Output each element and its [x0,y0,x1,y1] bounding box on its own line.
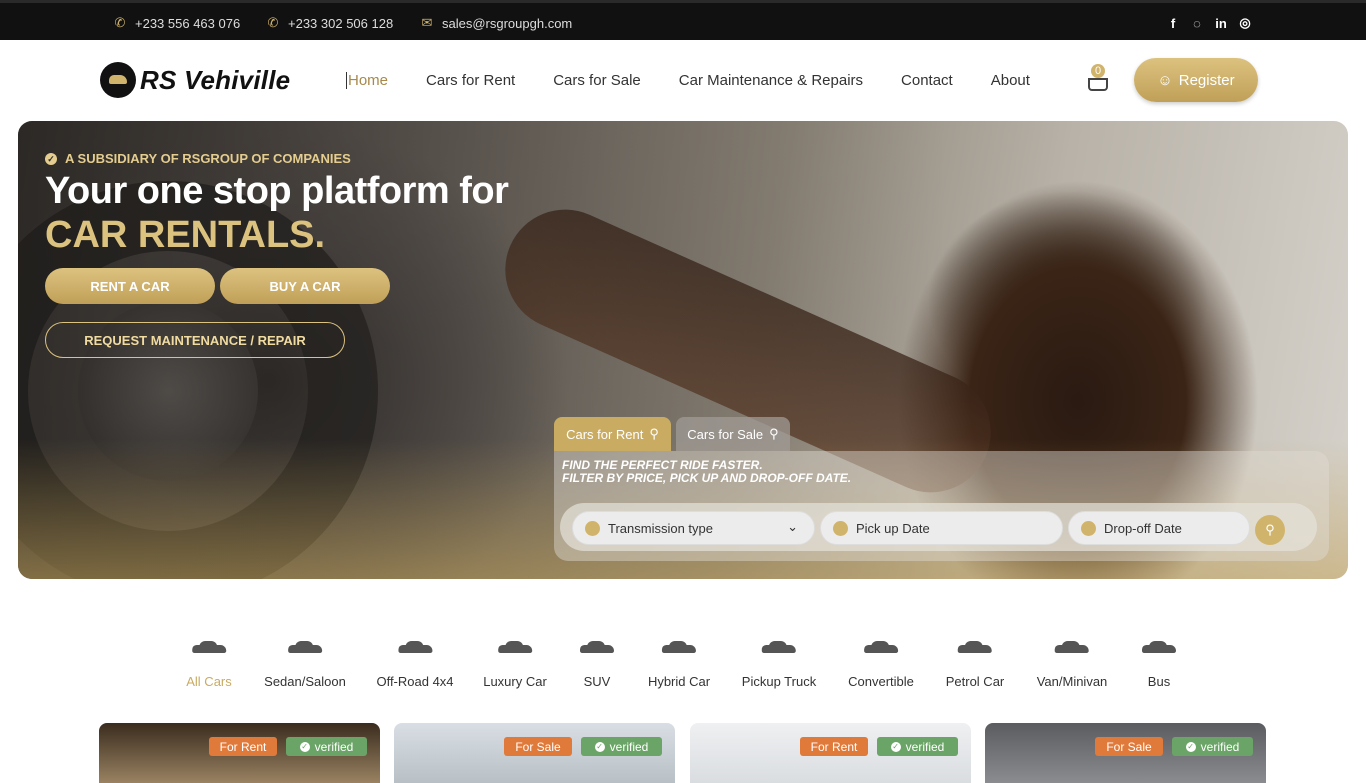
tab-cars-for-rent[interactable]: Cars for Rent ⚲ [554,417,671,451]
main-header: RS Vehiville Home Cars for Rent Cars for… [0,40,1366,121]
convertible-icon [862,640,900,656]
check-icon: ✓ [299,741,310,752]
category-all-cars[interactable]: All Cars [186,640,232,689]
category-convertible[interactable]: Convertible [848,640,914,689]
listing-card[interactable]: For Rent ✓ verified [690,723,971,783]
register-label: Register [1178,71,1235,89]
linkedin-icon[interactable]: in [1214,16,1228,31]
category-off-road[interactable]: Off-Road 4x4 [376,640,454,689]
user-circle-icon: ☺ [1157,71,1173,89]
pickup-date-field[interactable]: Pick up Date [820,511,1063,545]
email-address: sales@rsgroupgh.com [442,15,573,31]
field-dot-icon [1081,520,1096,536]
category-pickup[interactable]: Pickup Truck [742,640,816,689]
verified-badge: ✓ verified [581,737,662,756]
suv-icon [578,640,616,656]
car-logo-icon [100,62,136,98]
phone-contact-1[interactable]: ✆ +233 556 463 076 [113,3,241,43]
verified-badge: ✓ verified [877,737,958,756]
check-icon: ✓ [594,741,605,752]
category-hybrid[interactable]: Hybrid Car [648,640,710,689]
nav-maintenance-repairs[interactable]: Car Maintenance & Repairs [679,72,863,89]
field-dot-icon [585,520,600,536]
top-contact-bar: ✆ +233 556 463 076 ✆ +233 302 506 128 ✉ … [0,0,1366,40]
hero-banner: ✓ A SUBSIDIARY OF RSGROUP OF COMPANIES Y… [18,121,1348,579]
category-luxury[interactable]: Luxury Car [483,640,547,689]
phone-number-2: +233 302 506 128 [288,15,394,31]
check-icon: ✓ [890,741,901,752]
phone-number-1: +233 556 463 076 [135,15,241,31]
nav-about[interactable]: About [991,72,1030,89]
filter-bar: Transmission type ⌄ Pick up Date Drop-of… [560,503,1317,551]
instagram-icon[interactable]: ◎ [1238,15,1252,31]
listing-type-badge: For Rent [800,737,868,756]
cart-button[interactable]: 0 [1086,64,1110,94]
hero-title-highlight: CAR RENTALS. [45,214,326,256]
search-icon: ⚲ [649,426,659,441]
brand-name: RS Vehiville [140,64,291,95]
search-hint: FIND THE PERFECT RIDE FASTER. FILTER BY … [562,458,852,485]
request-maintenance-button[interactable]: REQUEST MAINTENANCE / REPAIR [45,322,345,358]
listing-type-badge: For Rent [209,737,277,756]
search-panel: FIND THE PERFECT RIDE FASTER. FILTER BY … [554,451,1329,561]
brand-logo[interactable]: RS Vehiville [100,62,290,98]
phone-contact-2[interactable]: ✆ +233 302 506 128 [266,3,394,43]
verified-badge: ✓ verified [1172,737,1253,756]
pickup-truck-icon [760,640,798,656]
listing-type-badge: For Sale [1095,737,1163,756]
luxury-car-icon [496,640,534,656]
main-nav: Home Cars for Rent Cars for Sale Car Mai… [346,40,1030,121]
search-icon: ⚲ [1265,522,1275,537]
hero-eyebrow: ✓ A SUBSIDIARY OF RSGROUP OF COMPANIES [45,151,351,166]
basket-icon [1088,78,1108,91]
nav-cars-for-rent[interactable]: Cars for Rent [426,72,515,89]
nav-cars-for-sale[interactable]: Cars for Sale [553,72,641,89]
check-circle-icon: ✓ [45,152,57,165]
search-submit-button[interactable]: ⚲ [1255,515,1285,545]
nav-contact[interactable]: Contact [901,72,953,89]
verified-badge: ✓ verified [286,737,367,756]
search-icon: ⚲ [769,426,779,441]
chevron-down-icon: ⌄ [787,519,798,534]
whatsapp-icon[interactable]: ◌ [1190,16,1204,31]
transmission-select[interactable]: Transmission type ⌄ [572,511,815,545]
buy-a-car-button[interactable]: BUY A CAR [220,268,390,304]
sedan-icon [286,640,324,656]
hero-title: Your one stop platform for [45,170,509,212]
car-icon [190,640,228,656]
envelope-icon: ✉ [421,15,433,30]
eyebrow-text: A SUBSIDIARY OF RSGROUP OF COMPANIES [65,151,351,166]
cart-count-badge: 0 [1091,64,1105,78]
phone-icon: ✆ [267,15,279,30]
category-bus[interactable]: Bus [1140,640,1178,689]
category-suv[interactable]: SUV [578,640,616,689]
tab-label: Cars for Sale [687,426,764,442]
check-icon: ✓ [1185,741,1196,752]
bus-icon [1140,640,1178,656]
email-contact[interactable]: ✉ sales@rsgroupgh.com [420,3,573,43]
petrol-car-icon [956,640,994,656]
tab-cars-for-sale[interactable]: Cars for Sale ⚲ [676,417,790,451]
nav-home[interactable]: Home [346,72,388,89]
category-sedan[interactable]: Sedan/Saloon [264,640,346,689]
off-road-icon [396,640,434,656]
dropoff-date-field[interactable]: Drop-off Date [1068,511,1250,545]
social-links: f ◌ in ◎ [1166,3,1252,43]
register-button[interactable]: ☺ Register [1134,58,1258,102]
tab-label: Cars for Rent [566,426,644,442]
facebook-icon[interactable]: f [1166,16,1180,31]
rent-a-car-button[interactable]: RENT A CAR [45,268,215,304]
van-icon [1053,640,1091,656]
category-petrol[interactable]: Petrol Car [946,640,1004,689]
listing-card[interactable]: For Sale ✓ verified [394,723,675,783]
category-van[interactable]: Van/Minivan [1037,640,1107,689]
phone-icon: ✆ [114,15,126,30]
listing-type-badge: For Sale [504,737,572,756]
hybrid-car-icon [660,640,698,656]
listing-card[interactable]: For Sale ✓ verified [985,723,1266,783]
field-dot-icon [833,520,848,536]
listing-card[interactable]: For Rent ✓ verified [99,723,380,783]
